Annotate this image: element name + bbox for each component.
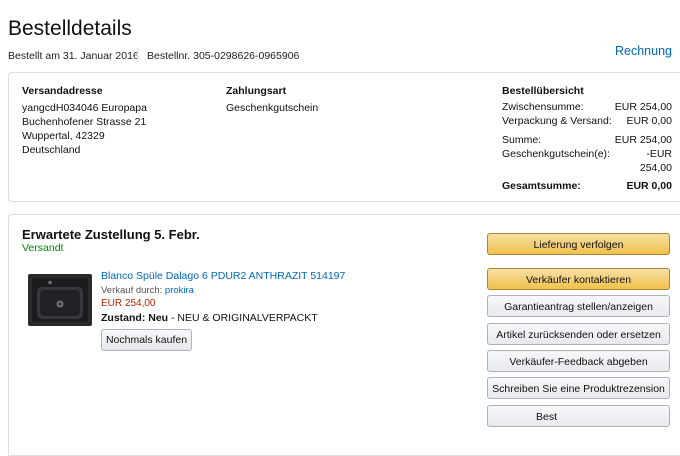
- summary-row-subtotal: Zwischensumme: EUR 254,00: [502, 101, 672, 114]
- write-review-button[interactable]: Schreiben Sie eine Produktrezension: [487, 377, 670, 399]
- contact-seller-button[interactable]: Verkäufer kontaktieren: [487, 268, 670, 290]
- guarantee-claim-button[interactable]: Garantieantrag stellen/anzeigen: [487, 295, 670, 317]
- partial-button[interactable]: Best: [487, 405, 670, 427]
- track-package-button[interactable]: Lieferung verfolgen: [487, 233, 670, 255]
- condition-line: Zustand: Neu - NEU & ORIGINALVERPACKT: [101, 312, 318, 324]
- order-date: Bestellt am 31. Januar 2016: [8, 50, 139, 62]
- sink-icon: [28, 274, 92, 326]
- condition-value: Neu: [148, 312, 169, 324]
- summary-row-sum: Summe: EUR 254,00: [502, 134, 672, 147]
- product-image[interactable]: [28, 274, 92, 326]
- summary-value: EUR 0,00: [626, 115, 672, 127]
- page-title: Bestelldetails: [8, 17, 132, 40]
- address-line: Buchenhofener Strasse 21: [22, 116, 147, 128]
- seller-prefix: Verkauf durch:: [101, 285, 163, 296]
- condition-note: - NEU & ORIGINALVERPACKT: [171, 312, 318, 324]
- delivery-heading: Erwartete Zustellung 5. Febr.: [22, 227, 200, 242]
- payment-method: Geschenkgutschein: [226, 102, 319, 114]
- payment-heading: Zahlungsart: [226, 85, 287, 97]
- order-summary: Zwischensumme: EUR 254,00 Verpackung & V…: [502, 101, 672, 196]
- meta-divider: [137, 48, 138, 62]
- shipping-heading: Versandadresse: [22, 85, 103, 97]
- summary-label: Gesamtsumme:: [502, 180, 581, 192]
- summary-label: Verpackung & Versand:: [502, 115, 612, 127]
- summary-label: Geschenkgutschein(e):: [502, 148, 610, 160]
- address-line: Deutschland: [22, 144, 81, 156]
- summary-row-gift: Geschenkgutschein(e): -EUR: [502, 148, 672, 161]
- condition-label: Zustand:: [101, 312, 146, 324]
- summary-label: Summe:: [502, 134, 542, 146]
- return-item-button[interactable]: Artikel zurücksenden oder ersetzen: [487, 323, 670, 345]
- summary-value: -EUR: [646, 148, 672, 160]
- seller-link[interactable]: prokira: [165, 285, 194, 296]
- summary-value: EUR 0,00: [626, 180, 672, 192]
- shipment-status: Versandt: [22, 242, 64, 254]
- partial-button-label: Best: [536, 411, 558, 423]
- summary-row-shipping: Verpackung & Versand: EUR 0,00: [502, 115, 672, 128]
- summary-value: EUR 254,00: [614, 134, 672, 146]
- buy-again-button[interactable]: Nochmals kaufen: [101, 329, 192, 351]
- seller-line: Verkauf durch: prokira: [101, 285, 194, 296]
- summary-value: 254,00: [639, 162, 672, 174]
- summary-row-total: Gesamtsumme: EUR 0,00: [502, 180, 672, 193]
- address-line: yangcdH034046 Europapa: [22, 102, 147, 114]
- shipping-address: yangcdH034046 Europapa Buchenhofener Str…: [22, 101, 147, 157]
- address-line: Wuppertal, 42329: [22, 130, 105, 142]
- summary-label: Zwischensumme:: [502, 101, 584, 113]
- product-title-link[interactable]: Blanco Spüle Dalago 6 PDUR2 ANTHRAZIT 51…: [101, 270, 345, 282]
- summary-heading: Bestellübersicht: [502, 85, 584, 97]
- invoice-link[interactable]: Rechnung: [615, 44, 672, 58]
- order-number: Bestellnr. 305-0298626-0965906: [147, 50, 300, 62]
- seller-feedback-button[interactable]: Verkäufer-Feedback abgeben: [487, 350, 670, 372]
- summary-value: EUR 254,00: [614, 101, 672, 113]
- product-price: EUR 254,00: [101, 298, 156, 309]
